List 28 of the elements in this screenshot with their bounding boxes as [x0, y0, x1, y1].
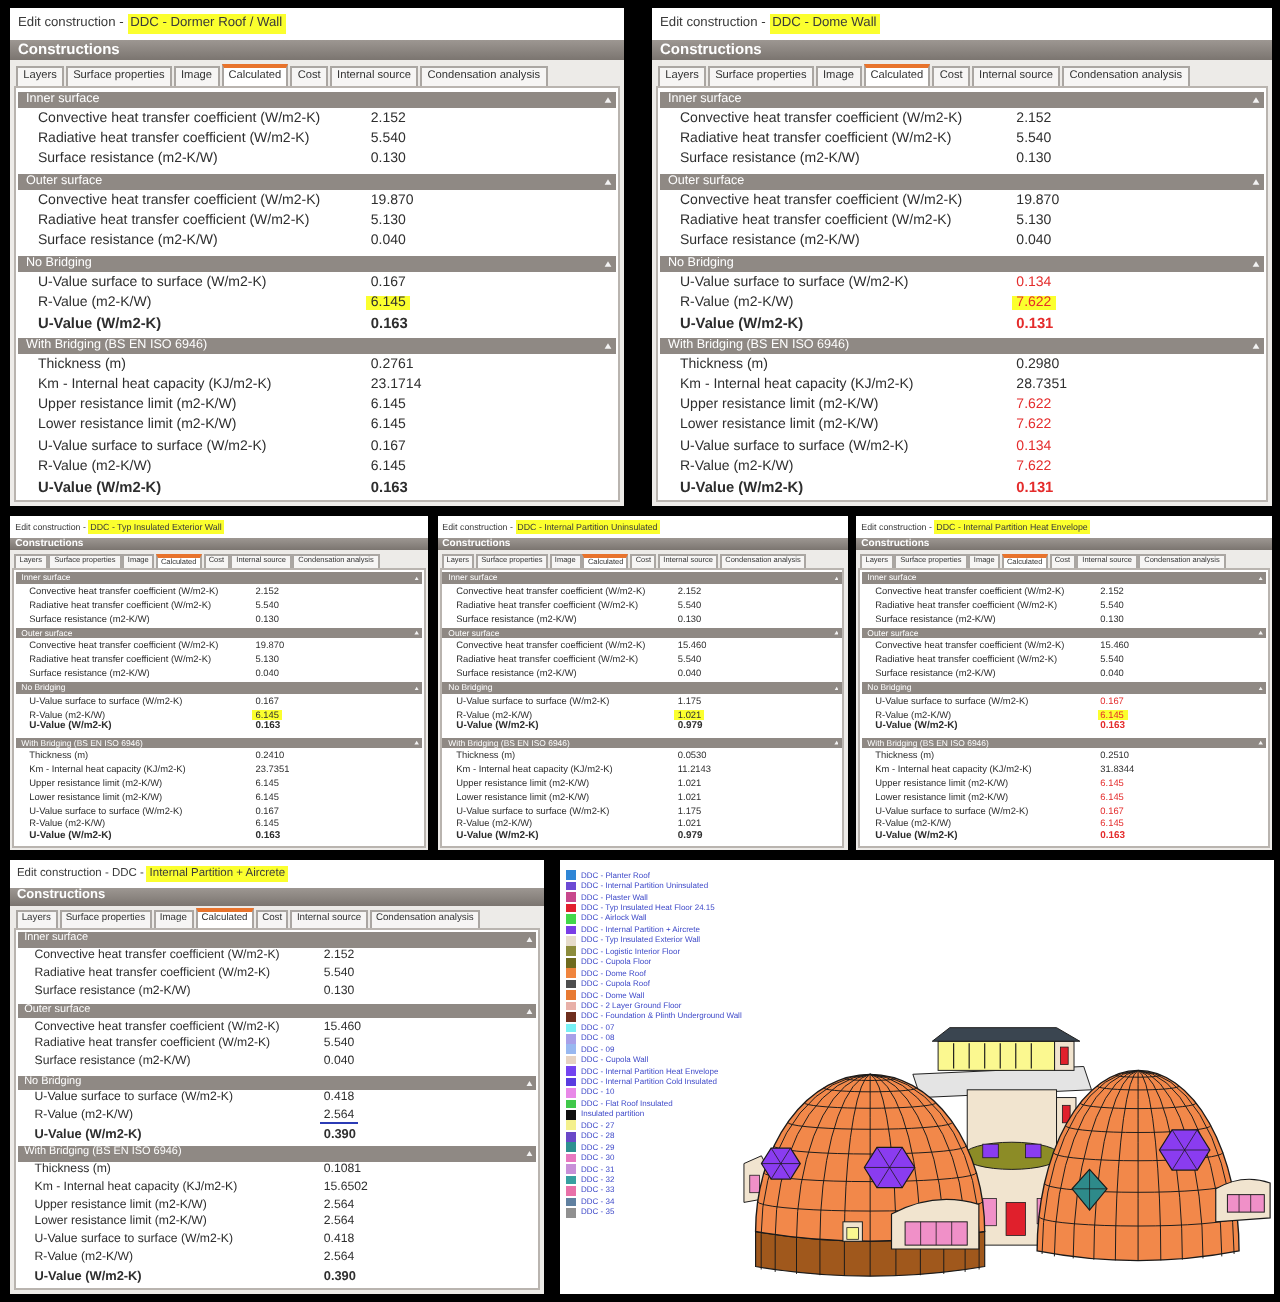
collapse-icon	[1252, 260, 1260, 268]
collapse-icon	[414, 575, 420, 581]
collapse-icon	[833, 630, 839, 636]
collapse-icon	[604, 96, 612, 104]
small-window	[842, 1221, 863, 1242]
collapse-icon	[526, 1079, 534, 1087]
hexagon-window	[863, 1146, 916, 1189]
collapse-icon	[414, 630, 420, 636]
collapse-icon	[1258, 740, 1264, 746]
collapse-icon	[604, 178, 612, 186]
collapse-icon	[1252, 178, 1260, 186]
collapse-icon	[604, 342, 612, 350]
collapse-icon	[1258, 575, 1264, 581]
collapse-icon	[1258, 685, 1264, 691]
collapse-icon	[414, 685, 420, 691]
collapse-icon	[833, 575, 839, 581]
collapse-icon	[833, 685, 839, 691]
collapse-icon	[526, 936, 534, 944]
collapse-icon	[1252, 342, 1260, 350]
collapse-icon	[526, 1150, 534, 1158]
collapse-icon	[833, 740, 839, 746]
collapse-icon	[526, 1007, 534, 1015]
collapse-icon	[414, 740, 420, 746]
collapse-icon	[1252, 96, 1260, 104]
collapse-icon	[604, 260, 612, 268]
hexagon-window	[1158, 1129, 1211, 1171]
collapse-icon	[1258, 630, 1264, 636]
diamond-window	[1071, 1168, 1108, 1212]
